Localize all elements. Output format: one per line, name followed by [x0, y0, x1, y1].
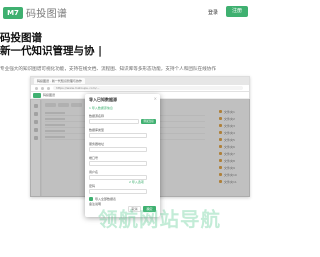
watermark-text: 领航网站导航	[98, 208, 222, 231]
source-name-label: 数据源名称	[89, 114, 105, 118]
db-type-select[interactable]	[89, 133, 147, 138]
user-label: 用户名	[89, 170, 99, 174]
test-connection-button[interactable]: 测试连接	[141, 119, 156, 124]
browser-tab-bar: 码投图谱 · 新一代知识管理与协作	[31, 77, 249, 85]
dialog-title: 导入已知数据源	[89, 97, 117, 102]
login-link[interactable]: 登录	[208, 9, 218, 16]
host-input[interactable]	[89, 147, 147, 152]
browser-tab[interactable]: 码投图谱 · 新一代知识管理与协作	[34, 78, 85, 84]
host-label: 服务器地址	[89, 142, 105, 146]
back-icon[interactable]	[35, 86, 38, 90]
password-label: 密码	[89, 184, 96, 188]
site-logo[interactable]: M7 码投图谱	[3, 5, 67, 20]
logo-text: 码投图谱	[26, 9, 68, 20]
forward-icon[interactable]	[41, 86, 44, 90]
password-input[interactable]	[89, 189, 147, 194]
port-input[interactable]	[89, 161, 147, 166]
import-all-label: 导入全部数据表	[95, 197, 117, 201]
app-name: 码投图谱	[43, 93, 56, 97]
register-button[interactable]: 注册	[226, 6, 248, 17]
logo-badge: M7	[3, 6, 23, 19]
import-all-checkbox[interactable]	[89, 197, 93, 201]
port-label: 端口号	[89, 156, 99, 160]
app-logo-icon	[33, 92, 41, 98]
browser-address-bar: https://www.matoupu.com/...	[31, 85, 249, 92]
reload-icon[interactable]	[47, 86, 50, 90]
section-options: 2 导入选项	[129, 180, 144, 184]
section-source: 1 导入数据源信息	[89, 106, 113, 110]
db-type-label: 数据库类型	[89, 128, 105, 132]
hero-subtitle: 专业强大的知识图谱可视化功能，支持在线文档、流程图、知识库等多形态功能，支持个人…	[0, 67, 216, 72]
hero-title-line2: 新一代知识管理与协 |	[0, 45, 102, 57]
import-dialog: 导入已知数据源 × 1 导入数据源信息 数据源名称 测试连接 数据库类型 服务器…	[85, 94, 160, 217]
url-field[interactable]: https://www.matoupu.com/...	[53, 86, 243, 90]
close-icon[interactable]: ×	[154, 96, 157, 101]
site-header: M7 码投图谱 登录 注册	[0, 0, 259, 24]
source-name-input[interactable]	[89, 119, 139, 124]
